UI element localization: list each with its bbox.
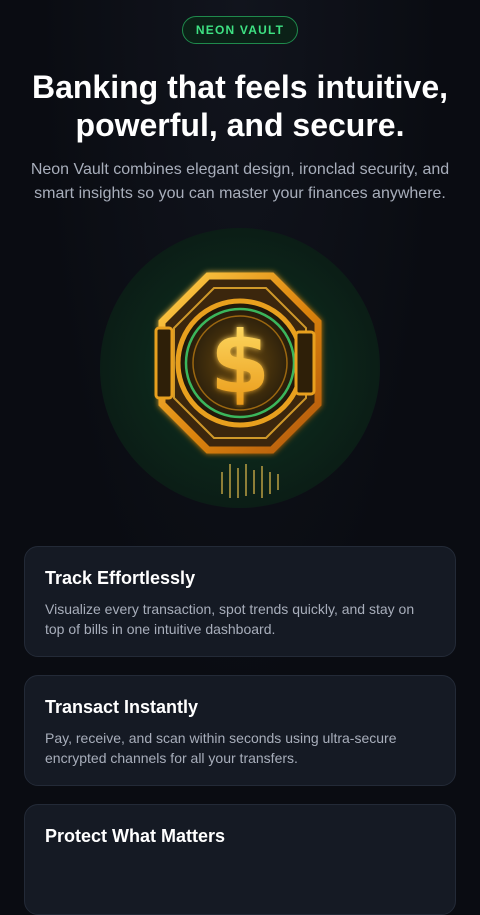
feature-description: Visualize every transaction, spot trends…	[45, 601, 415, 637]
feature-card-track: Track Effortlessly Visualize every trans…	[24, 546, 456, 657]
landing-page: NEON VAULT Banking that feels intuitive,…	[0, 0, 480, 915]
hero-headline: Banking that feels intuitive, powerful, …	[31, 69, 449, 143]
brand-badge: NEON VAULT	[182, 16, 298, 44]
hero-illustration: $	[100, 228, 380, 508]
feature-title: Track Effortlessly	[45, 568, 196, 588]
feature-card-transact: Transact Instantly Pay, receive, and sca…	[24, 675, 456, 786]
hero-subheadline: Neon Vault combines elegant design, iron…	[30, 161, 450, 202]
feature-description: Pay, receive, and scan within seconds us…	[45, 730, 397, 766]
feature-card-protect: Protect What Matters	[24, 804, 456, 915]
feature-title: Transact Instantly	[45, 697, 199, 717]
dollar-coin-icon: $	[100, 228, 380, 508]
svg-text:$: $	[210, 313, 270, 413]
